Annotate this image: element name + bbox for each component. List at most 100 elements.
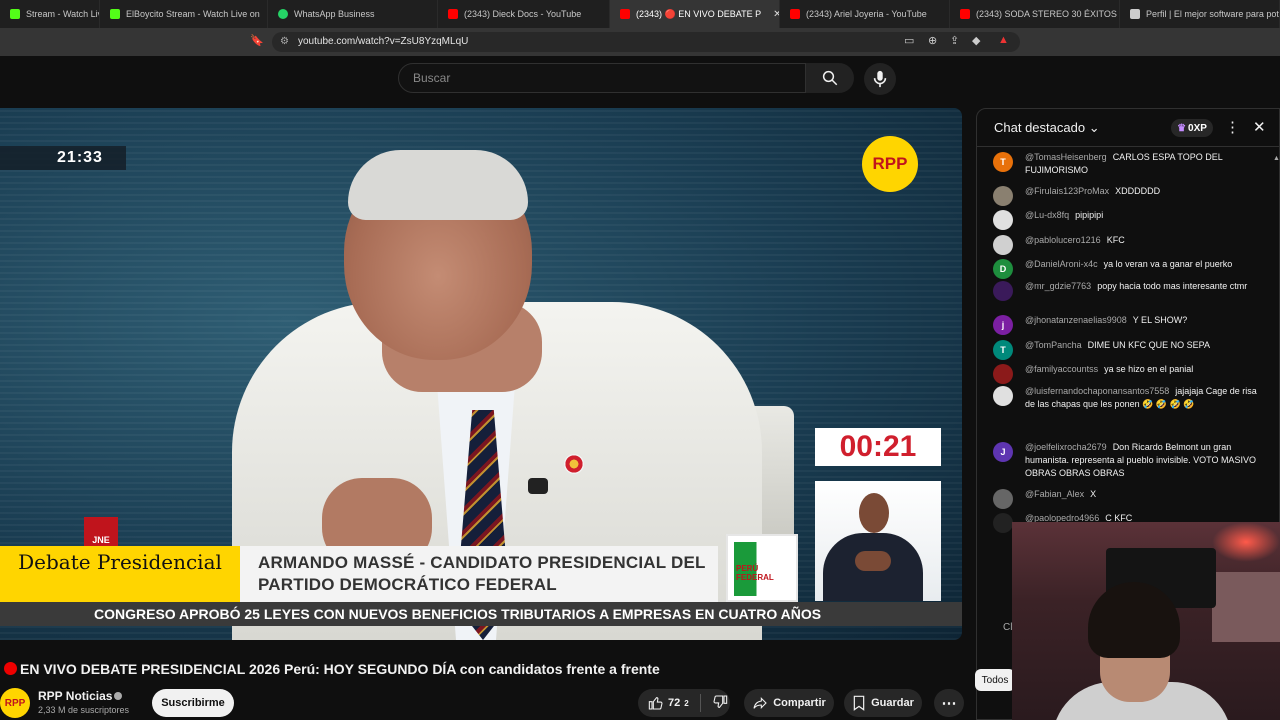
chat-message: @mr_gdzie7763 popy hacia todo mas interes… xyxy=(993,280,1269,301)
chat-message: @Fabian_Alex X xyxy=(993,488,1269,509)
candidate-hair xyxy=(348,150,528,220)
thumbs-down-icon xyxy=(713,694,727,708)
kick-icon xyxy=(10,9,20,19)
channel-avatar[interactable]: RPP xyxy=(0,688,30,718)
chat-mode-dropdown[interactable]: Chat destacado ⌄ xyxy=(994,120,1100,136)
chat-message: j @jhonatanzenaelias9908 Y EL SHOW? xyxy=(993,314,1269,335)
user-avatar[interactable]: D xyxy=(993,259,1013,279)
chat-message: J @joelfelixrocha2679 Don Ricardo Belmont … xyxy=(993,441,1269,480)
microphone-icon xyxy=(873,70,887,88)
user-avatar[interactable] xyxy=(993,513,1013,533)
crown-icon: ♛ xyxy=(1177,122,1187,134)
cast-icon[interactable]: ▭ xyxy=(904,34,914,47)
chat-message: @luisfernandochaponansantos7558 jajajaja … xyxy=(993,385,1269,411)
user-avatar[interactable]: J xyxy=(993,442,1013,462)
browser-tab-bar: Stream - Watch Live on K ElBoycito Strea… xyxy=(0,0,1280,28)
close-chat-icon[interactable]: ✕ xyxy=(1253,118,1266,136)
user-avatar[interactable]: T xyxy=(993,340,1013,360)
video-title: EN VIVO DEBATE PRESIDENCIAL 2026 Perú: H… xyxy=(20,661,660,677)
whatsapp-icon xyxy=(278,9,288,19)
browser-tab[interactable]: Stream - Watch Live on K xyxy=(0,0,100,28)
channel-name[interactable]: RPP Noticias xyxy=(38,689,112,703)
scroll-up-icon[interactable]: ▲ xyxy=(1273,155,1279,162)
share-arrow-icon xyxy=(753,697,767,709)
chat-message: @Lu-dx8fq pipipipi xyxy=(993,209,1269,230)
browser-tab[interactable]: ElBoycito Stream - Watch Live on xyxy=(100,0,268,28)
user-avatar[interactable] xyxy=(993,386,1013,406)
rosette-pin xyxy=(564,454,584,474)
user-avatar[interactable] xyxy=(993,235,1013,255)
youtube-icon xyxy=(620,9,630,19)
more-icon: ⋯ xyxy=(941,695,957,712)
site-info-icon[interactable]: ⚙ xyxy=(280,32,289,52)
like-count-extra: 2 xyxy=(684,698,689,708)
user-avatar[interactable] xyxy=(993,364,1013,384)
user-avatar[interactable] xyxy=(993,281,1013,301)
rewards-icon[interactable]: ▲ xyxy=(998,34,1009,46)
xp-badge[interactable]: ♛ 0XP xyxy=(1171,119,1213,137)
chat-message: @familyaccountss ya se hizo en el panial xyxy=(993,363,1269,384)
browser-tab[interactable]: (2343) Dieck Docs - YouTube xyxy=(438,0,610,28)
lower-third-title: Debate Presidencial xyxy=(0,546,240,602)
chat-message: @pablolucero1216 KFC xyxy=(993,234,1269,255)
chat-message: @Firulais123ProMax XDDDDDD xyxy=(993,185,1269,206)
close-icon[interactable]: ✕ xyxy=(773,9,779,20)
chat-menu-icon[interactable]: ⋮ xyxy=(1225,118,1240,136)
address-bar: 🔖 ⚙ youtube.com/watch?v=ZsU8YzqMLqU ▭ ⊕ … xyxy=(0,28,1280,56)
countdown-timer: 00:21 xyxy=(815,428,941,466)
youtube-icon xyxy=(790,9,800,19)
perfil-icon xyxy=(1130,9,1140,19)
youtube-header: Buscar xyxy=(0,56,1280,100)
divider xyxy=(699,694,701,712)
chat-message: T @TomPancha DIME UN KFC QUE NO SEPA xyxy=(993,339,1269,360)
browser-tab[interactable]: (2343) Ariel Joyeria - YouTube xyxy=(780,0,950,28)
subscribe-button[interactable]: Suscribirme xyxy=(152,689,234,717)
user-avatar[interactable] xyxy=(993,210,1013,230)
broadcast-clock: 21:33 xyxy=(0,146,126,170)
chat-header: Chat destacado ⌄ ♛ 0XP ⋮ ✕ xyxy=(977,109,1279,147)
browser-tab[interactable]: (2343) SODA STEREO 30 ÉXITOS CLÁ xyxy=(950,0,1120,28)
save-button[interactable]: Guardar xyxy=(844,689,922,717)
news-ticker: CONGRESO APROBÓ 25 LEYES CON NUEVOS BENE… xyxy=(0,602,962,626)
voice-search-button[interactable] xyxy=(864,63,896,95)
more-actions-button[interactable]: ⋯ xyxy=(934,689,964,717)
search-icon xyxy=(822,70,838,86)
share-button[interactable]: Compartir xyxy=(744,689,834,717)
party-logo: PERÚ FEDERAL xyxy=(726,534,798,602)
chip-all[interactable]: Todos xyxy=(975,669,1015,691)
interpreter-head xyxy=(859,493,889,533)
lavalier-mic xyxy=(528,478,548,494)
share-icon[interactable]: ⇪ xyxy=(950,34,959,47)
user-avatar[interactable]: j xyxy=(993,315,1013,335)
live-indicator-icon xyxy=(4,662,17,675)
chat-message: T @TomasHeisenberg CARLOS ESPA TOPO DEL FU… xyxy=(993,151,1269,177)
like-dislike-group: 72 2 xyxy=(638,689,730,717)
party-name: PERÚ FEDERAL xyxy=(736,564,774,582)
like-button[interactable]: 72 2 xyxy=(648,695,689,711)
dislike-button[interactable] xyxy=(712,694,728,713)
thumbs-up-icon xyxy=(648,697,663,710)
search-button[interactable] xyxy=(806,63,854,93)
zoom-icon[interactable]: ⊕ xyxy=(928,34,937,47)
browser-tab[interactable]: Perfil | El mejor software para poten xyxy=(1120,0,1280,28)
bookmark-icon[interactable]: 🔖 xyxy=(250,34,264,47)
video-player[interactable]: 21:33 RPP 00:21 JNE Debate Presidencial … xyxy=(0,108,962,640)
browser-tab-active[interactable]: (2343) 🔴 EN VIVO DEBATE P✕ xyxy=(610,0,780,28)
interpreter-hands xyxy=(855,551,891,571)
chat-message: D @DanielAroni-x4c ya lo veran va a ganar … xyxy=(993,258,1269,279)
youtube-icon xyxy=(960,9,970,19)
user-avatar[interactable]: T xyxy=(993,152,1013,172)
webcam-shelf xyxy=(1212,572,1280,642)
webcam-lamp xyxy=(1212,522,1280,562)
like-count: 72 xyxy=(668,697,681,709)
browser-tab[interactable]: WhatsApp Business xyxy=(268,0,438,28)
verified-icon xyxy=(114,692,122,700)
save-icon xyxy=(853,695,865,711)
user-avatar[interactable] xyxy=(993,186,1013,206)
lower-third-candidate: ARMANDO MASSÉ - CANDIDATO PRESIDENCIAL D… xyxy=(240,546,718,602)
jne-logo: JNE xyxy=(84,517,118,547)
subscriber-count: 2,33 M de suscriptores xyxy=(38,705,130,715)
search-input[interactable]: Buscar xyxy=(398,63,806,93)
user-avatar[interactable] xyxy=(993,489,1013,509)
brave-icon[interactable]: ◆ xyxy=(972,34,980,47)
